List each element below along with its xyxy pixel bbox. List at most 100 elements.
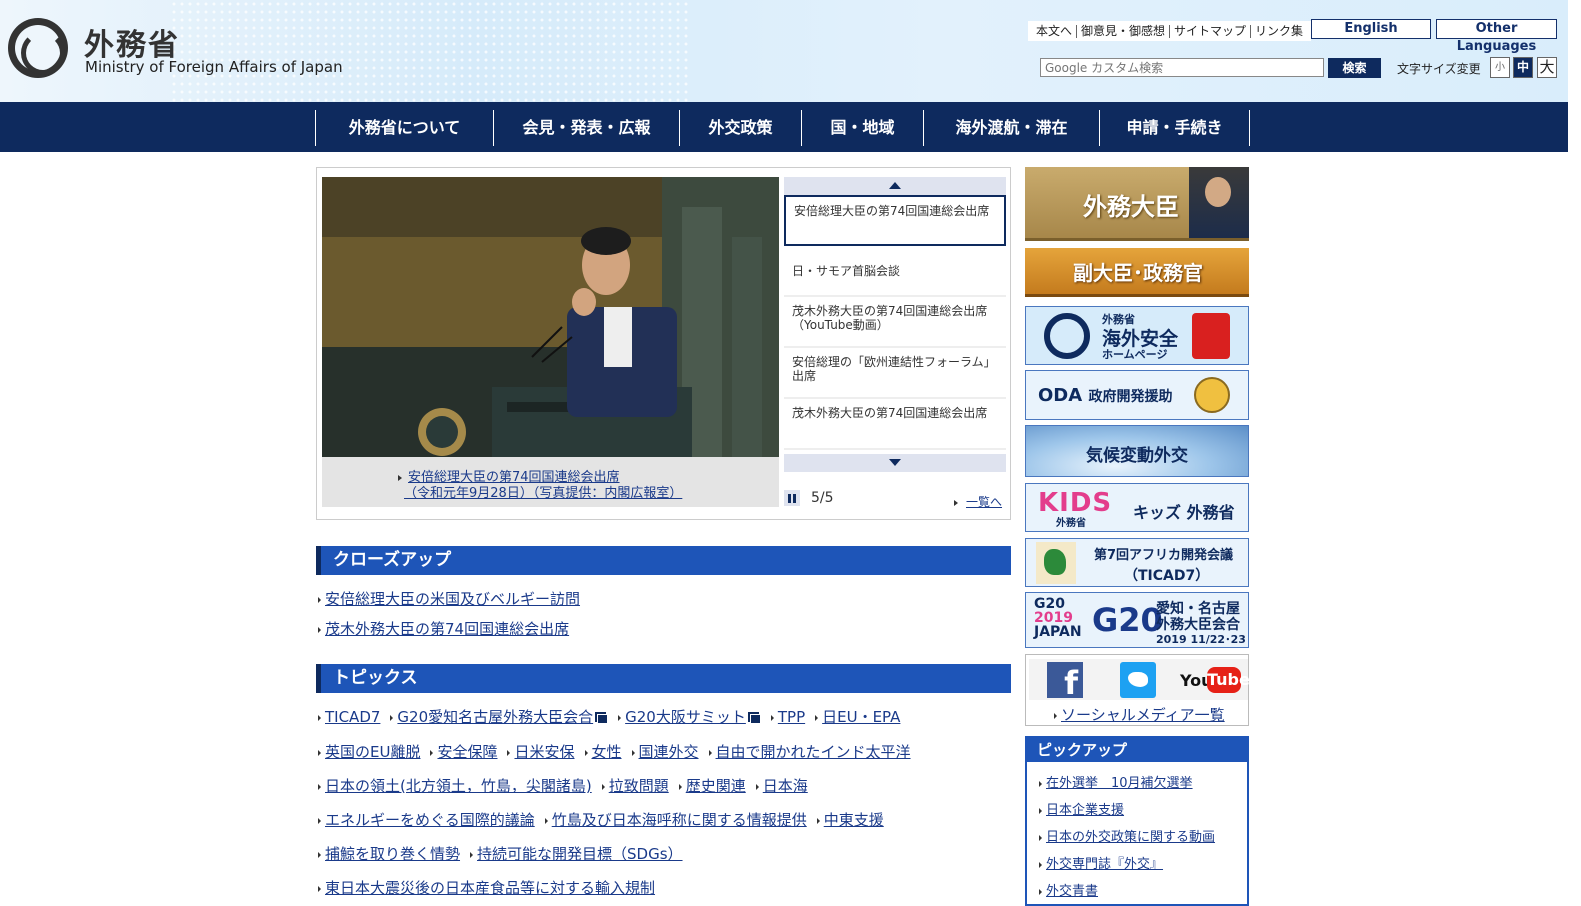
nav-item-travel[interactable]: 海外渡航・滞在	[924, 110, 1100, 146]
slide-item-label: 日・サモア首脳会談	[792, 263, 901, 278]
youtube-button[interactable]: You Tube	[1175, 659, 1250, 700]
topics-row: 捕鯨を取り巻く情勢 持続可能な開発目標（SDGs）	[318, 843, 693, 864]
minister-banner[interactable]: 外務大臣	[1025, 167, 1249, 241]
util-link-feedback[interactable]: 御意見・御感想	[1077, 24, 1171, 38]
arrow-up-icon	[889, 182, 901, 189]
font-size-medium-button[interactable]: 中	[1513, 57, 1533, 78]
facebook-button[interactable]: f	[1029, 659, 1102, 702]
topic-link[interactable]: 安全保障	[437, 743, 497, 761]
topic-item: G20大阪サミット	[618, 708, 761, 726]
oda-banner[interactable]: ODA 政府開発援助	[1025, 370, 1249, 420]
nav-item-press[interactable]: 会見・発表・広報	[494, 110, 680, 146]
slide-item[interactable]: 安倍総理大臣の第74回国連総会出席	[784, 195, 1006, 246]
topics-row: エネルギーをめぐる国際的議論 竹島及び日本海呼称に関する情報提供 中東支援	[318, 809, 894, 830]
topics-row: 日本の領土(北方領土，竹島，尖閣諸島) 拉致問題 歴史関連 日本海	[318, 775, 818, 796]
kids-label: キッズ 外務省	[1133, 503, 1235, 522]
topic-link[interactable]: 日EU・EPA	[822, 708, 900, 726]
bullet-icon	[601, 783, 605, 790]
pickup-link[interactable]: 外交青書	[1046, 884, 1098, 899]
topic-link[interactable]: 持続可能な開発目標（SDGs）	[477, 845, 683, 863]
pickup-link[interactable]: 在外選挙 10月補欠選挙	[1046, 776, 1193, 791]
bullet-icon	[318, 626, 321, 633]
twitter-button[interactable]	[1102, 659, 1175, 700]
site-header: 外務省 Ministry of Foreign Affairs of Japan…	[0, 0, 1568, 102]
bullet-icon	[318, 749, 321, 756]
pickup-link[interactable]: 外交専門誌『外交』	[1046, 857, 1163, 872]
topic-link[interactable]: 日本の領土(北方領土，竹島，尖閣諸島)	[325, 777, 592, 795]
kids-banner[interactable]: KIDS 外務省 キッズ 外務省	[1025, 483, 1249, 532]
social-media-list: ソーシャルメディア一覧	[1054, 704, 1225, 725]
topic-link[interactable]: TICAD7	[325, 708, 380, 726]
topic-item: TPP	[770, 708, 805, 726]
topic-link[interactable]: G20愛知名古屋外務大臣会合	[397, 708, 593, 726]
closeup-link[interactable]: 茂木外務大臣の第74回国連総会出席	[325, 620, 569, 638]
slide-item[interactable]: 日・サモア首脳会談	[784, 246, 1006, 297]
topic-link[interactable]: 女性	[592, 743, 622, 761]
english-button[interactable]: English	[1311, 19, 1431, 39]
font-size-large-button[interactable]: 大	[1537, 57, 1557, 78]
safety-label-3: ホームページ	[1102, 348, 1168, 361]
arrow-down-icon	[889, 459, 901, 466]
minister-photo	[1189, 167, 1249, 238]
pause-icon[interactable]	[784, 490, 800, 506]
search-input[interactable]	[1040, 58, 1324, 77]
slide-item[interactable]: 茂木外務大臣の第74回国連総会出席	[784, 399, 1006, 450]
topic-link[interactable]: 日本海	[763, 777, 808, 795]
topic-link[interactable]: G20大阪サミット	[625, 708, 746, 726]
slide-up-button[interactable]	[784, 177, 1006, 195]
nav-item-about[interactable]: 外務省について	[316, 110, 494, 146]
topic-item: G20愛知名古屋外務大臣会合	[390, 708, 609, 726]
g20-banner[interactable]: G20 2019 JAPAN G20 愛知・名古屋 外務大臣会合 2019 11…	[1025, 592, 1249, 648]
other-languages-button[interactable]: Other Languages	[1436, 19, 1557, 54]
logo-title-en[interactable]: Ministry of Foreign Affairs of Japan	[85, 58, 343, 76]
slide-item[interactable]: 安倍総理の「欧州連結性フォーラム」出席	[784, 348, 1006, 399]
bullet-icon	[1039, 780, 1042, 787]
bullet-icon	[318, 851, 321, 858]
nav-item-policy[interactable]: 外交政策	[680, 110, 802, 146]
util-link-links[interactable]: リンク集	[1251, 24, 1307, 38]
topic-link[interactable]: 東日本大震災後の日本産食品等に対する輸入規制	[325, 879, 655, 897]
topic-link[interactable]: 自由で開かれたインド太平洋	[716, 743, 911, 761]
g20-logo-line: JAPAN	[1034, 624, 1082, 640]
util-link-main[interactable]: 本文へ	[1032, 24, 1078, 38]
search-button[interactable]: 検索	[1328, 58, 1381, 78]
youtube-icon: Tube	[1207, 667, 1250, 693]
util-link-sitemap[interactable]: サイトマップ	[1170, 24, 1252, 38]
bullet-icon	[1054, 712, 1057, 719]
topic-item: 女性	[584, 743, 622, 761]
slide-item[interactable]: 茂木外務大臣の第74回国連総会出席（YouTube動画）	[784, 297, 1006, 348]
slide-photo[interactable]	[322, 177, 779, 457]
social-media-list-link[interactable]: ソーシャルメディア一覧	[1061, 706, 1225, 724]
double-arrow-icon	[954, 499, 958, 506]
climate-banner[interactable]: 気候変動外交	[1025, 425, 1249, 477]
font-size-small-button[interactable]: 小	[1490, 57, 1510, 78]
facebook-icon: f	[1047, 662, 1083, 702]
mofa-emblem-icon	[1044, 313, 1090, 359]
nav-item-regions[interactable]: 国・地域	[802, 110, 924, 146]
bullet-icon	[318, 783, 321, 790]
topic-link[interactable]: 拉致問題	[609, 777, 669, 795]
overseas-safety-banner[interactable]: 外務省 海外安全 ホームページ	[1025, 306, 1249, 365]
nav-item-procedures[interactable]: 申請・手続き	[1100, 110, 1250, 146]
slide-down-button[interactable]	[784, 454, 1006, 472]
vice-minister-banner[interactable]: 副大臣･政務官	[1025, 248, 1249, 297]
topic-link[interactable]: 歴史関連	[686, 777, 746, 795]
topic-link[interactable]: 竹島及び日本海呼称に関する情報提供	[552, 811, 807, 829]
topic-link[interactable]: 捕鯨を取り巻く情勢	[325, 845, 460, 863]
topic-link[interactable]: エネルギーをめぐる国際的議論	[325, 811, 535, 829]
ticad-label-1: 第7回アフリカ開発会議	[1094, 548, 1234, 563]
pickup-link[interactable]: 日本企業支援	[1046, 803, 1124, 818]
pickup-link[interactable]: 日本の外交政策に関する動画	[1046, 830, 1215, 845]
slide-caption-date[interactable]: （令和元年9月28日）（写真提供：内閣広報室）	[404, 486, 682, 501]
topic-link[interactable]: TPP	[778, 708, 805, 726]
topic-link[interactable]: 国連外交	[639, 743, 699, 761]
topic-item: エネルギーをめぐる国際的議論	[318, 811, 535, 829]
mofa-logo-icon[interactable]	[8, 18, 68, 78]
pickup-box: ピックアップ 在外選挙 10月補欠選挙 日本企業支援 日本の外交政策に関する動画 外交…	[1025, 736, 1249, 906]
topic-link[interactable]: 中東支援	[824, 811, 884, 829]
topic-link[interactable]: 日米安保	[514, 743, 574, 761]
ticad-banner[interactable]: 第7回アフリカ開発会議 （TICAD7）	[1025, 538, 1249, 587]
topic-link[interactable]: 英国のEU離脱	[325, 743, 420, 761]
slide-list-all-label[interactable]: 一覧へ	[966, 495, 1002, 509]
closeup-link[interactable]: 安倍総理大臣の米国及びベルギー訪問	[325, 590, 580, 608]
